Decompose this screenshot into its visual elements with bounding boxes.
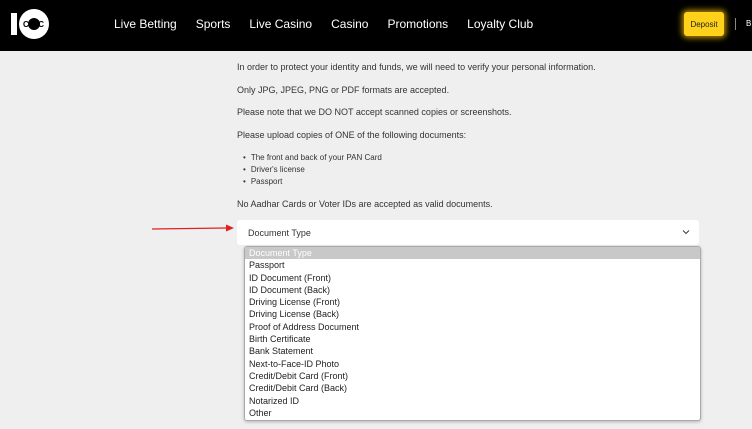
select-current-value: Document Type [248,228,311,238]
brand-logo[interactable]: CRIC [11,9,57,41]
intro-text: In order to protect your identity and fu… [237,62,596,72]
option-birth-certificate[interactable]: Birth Certificate [245,333,700,345]
nav-cut-off-item[interactable]: B [746,19,751,28]
list-item: Passport [243,176,382,188]
option-next-to-face-id-photo[interactable]: Next-to-Face-ID Photo [245,358,700,370]
nav-loyalty-club[interactable]: Loyalty Club [467,17,533,31]
document-type-options: Document Type Passport ID Document (Fron… [244,246,701,421]
logo-bar-shape [11,13,17,35]
option-driving-license-front[interactable]: Driving License (Front) [245,296,700,308]
deposit-button[interactable]: Deposit [684,12,724,36]
main-nav: Live Betting Sports Live Casino Casino P… [114,17,552,31]
option-card-back[interactable]: Credit/Debit Card (Back) [245,382,700,394]
list-item: The front and back of your PAN Card [243,152,382,164]
logo-ring-shape: CRIC [19,9,49,39]
logo-text: CRIC [23,20,45,29]
option-id-document-front[interactable]: ID Document (Front) [245,272,700,284]
option-document-type[interactable]: Document Type [245,247,700,260]
not-accepted-text: No Aadhar Cards or Voter IDs are accepte… [237,199,493,209]
option-proof-of-address[interactable]: Proof of Address Document [245,321,700,333]
option-bank-statement[interactable]: Bank Statement [245,345,700,357]
nav-live-betting[interactable]: Live Betting [114,17,177,31]
nav-sports[interactable]: Sports [196,17,231,31]
option-passport[interactable]: Passport [245,259,700,271]
nav-promotions[interactable]: Promotions [387,17,448,31]
top-navigation-bar: CRIC Live Betting Sports Live Casino Cas… [0,0,752,51]
option-id-document-back[interactable]: ID Document (Back) [245,284,700,296]
nav-live-casino[interactable]: Live Casino [249,17,312,31]
nav-divider [735,18,736,30]
nav-casino[interactable]: Casino [331,17,368,31]
document-type-select[interactable]: Document Type [237,220,699,245]
chevron-down-icon[interactable] [681,228,691,236]
option-other[interactable]: Other [245,407,700,419]
red-arrow-icon [152,224,234,232]
scans-note-text: Please note that we DO NOT accept scanne… [237,107,512,117]
option-driving-license-back[interactable]: Driving License (Back) [245,308,700,320]
option-notarized-id[interactable]: Notarized ID [245,395,700,407]
option-card-front[interactable]: Credit/Debit Card (Front) [245,370,700,382]
list-item: Driver's license [243,164,382,176]
accepted-documents-list: The front and back of your PAN Card Driv… [243,152,382,188]
formats-text: Only JPG, JPEG, PNG or PDF formats are a… [237,85,450,95]
upload-prompt-text: Please upload copies of ONE of the follo… [237,130,467,140]
